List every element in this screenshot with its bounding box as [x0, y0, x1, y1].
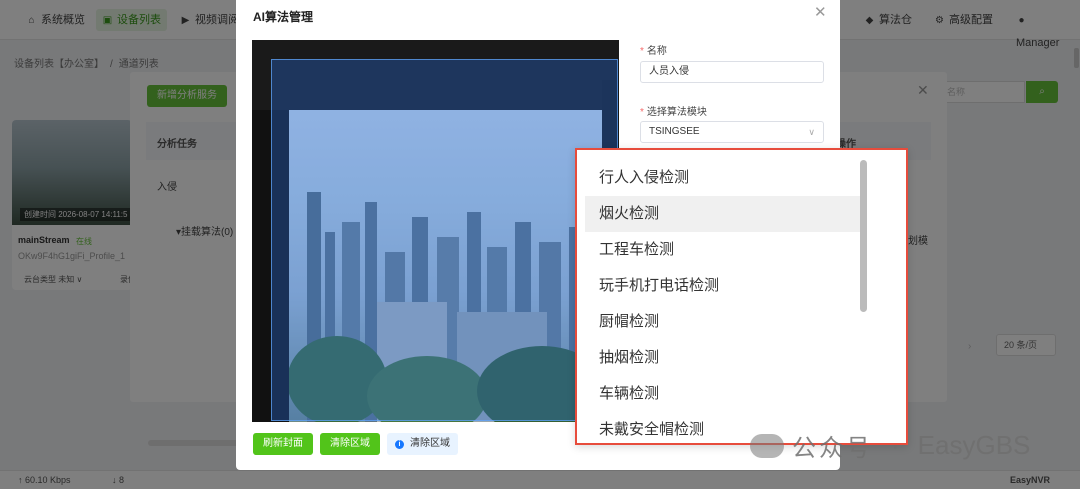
module-label: * 选择算法模块: [640, 107, 707, 118]
dropdown-option[interactable]: 抽烟检测: [585, 340, 865, 376]
watermark-brand: EasyGBS: [917, 430, 1031, 460]
watermark-label: 公众号: [792, 435, 873, 462]
dropdown-scrollbar[interactable]: [860, 160, 867, 312]
close-icon[interactable]: ✕: [814, 3, 827, 21]
refresh-cover-button[interactable]: 刷新封面: [253, 433, 313, 455]
algorithm-module-select[interactable]: TSINGSEE ∨: [640, 121, 824, 143]
dialog-title: AI算法管理: [253, 10, 314, 24]
video-preview[interactable]: [252, 40, 619, 422]
clear-region-tip[interactable]: i 清除区域: [387, 433, 458, 455]
name-input[interactable]: 人员入侵: [640, 61, 824, 83]
chevron-down-icon: ∨: [808, 127, 815, 137]
watermark-separator: ·: [891, 430, 900, 460]
module-label-text: 选择算法模块: [646, 107, 707, 118]
dropdown-option[interactable]: 行人入侵检测: [585, 160, 865, 196]
info-icon: i: [395, 440, 404, 449]
clear-region-button[interactable]: 清除区域: [320, 433, 380, 455]
dropdown-option[interactable]: 玩手机打电话检测: [585, 268, 865, 304]
wechat-icon: [750, 433, 784, 458]
dropdown-option[interactable]: 烟火检测: [585, 196, 865, 232]
clear-region-tip-label: 清除区域: [410, 438, 450, 449]
dropdown-option[interactable]: 车辆检测: [585, 376, 865, 412]
name-label: * 名称: [640, 46, 667, 57]
module-value: TSINGSEE: [649, 126, 700, 137]
detection-region[interactable]: [271, 59, 618, 421]
dropdown-option[interactable]: 工程车检测: [585, 232, 865, 268]
dropdown-option[interactable]: 厨帽检测: [585, 304, 865, 340]
name-label-text: 名称: [646, 46, 667, 57]
watermark: 公众号 · EasyGBS: [750, 428, 1030, 463]
algorithm-dropdown[interactable]: 行人入侵检测 烟火检测 工程车检测 玩手机打电话检测 厨帽检测 抽烟检测 车辆检…: [575, 148, 908, 445]
